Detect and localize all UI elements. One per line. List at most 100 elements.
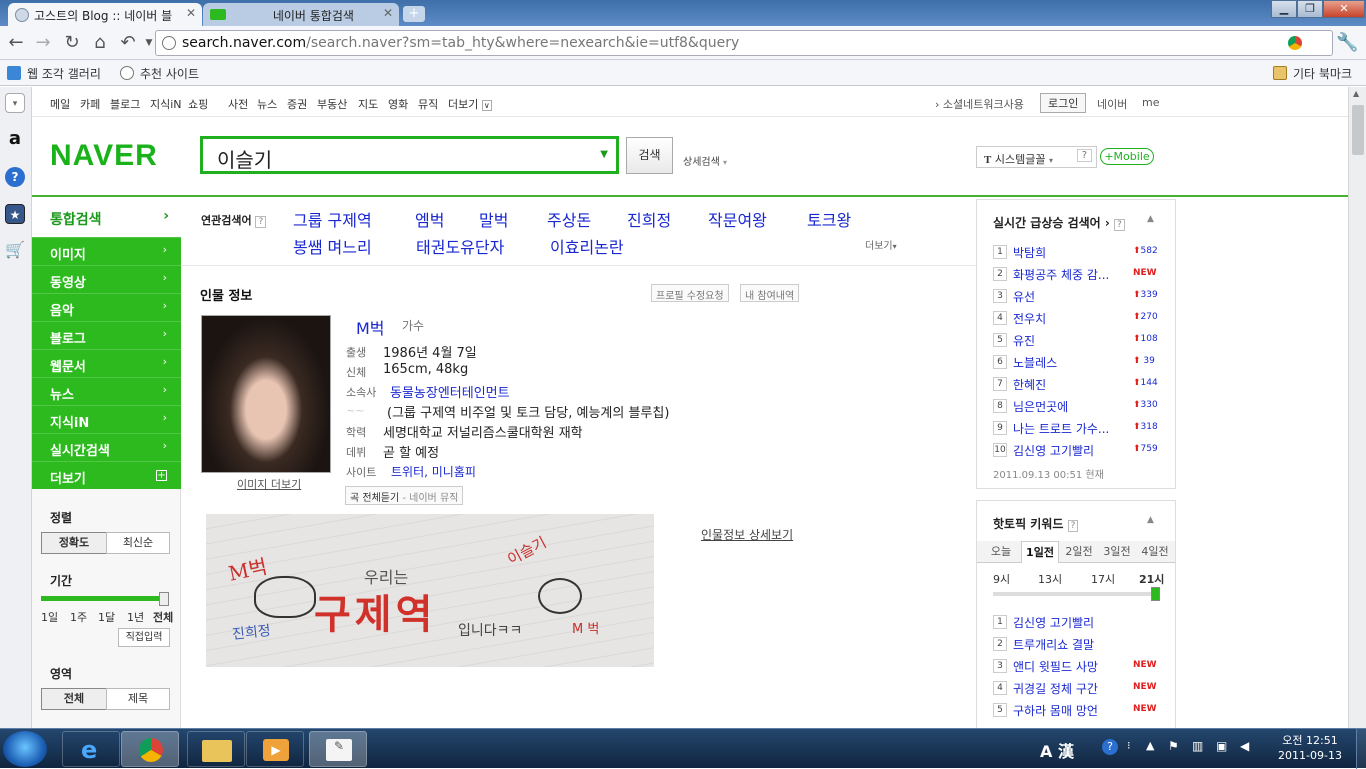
info-site-links[interactable]: 트위터, 미니홈피 — [391, 463, 476, 480]
realtime-row[interactable]: 7 한혜진 ⬆144 — [993, 375, 1161, 395]
gnb-naver[interactable]: 네이버 — [1097, 96, 1127, 112]
related-more[interactable]: 더보기▾ — [865, 237, 897, 252]
realtime-title[interactable]: 실시간 급상승 검색어 › ? — [993, 214, 1125, 231]
ie-taskbar-button[interactable]: e — [62, 731, 120, 767]
sort-accuracy-button[interactable]: 정확도 — [41, 532, 107, 554]
forward-icon[interactable]: → — [32, 32, 54, 54]
related-keyword[interactable]: 엠벅 — [415, 207, 444, 231]
help-icon[interactable]: ? — [1067, 520, 1079, 532]
show-desktop-button[interactable] — [1356, 729, 1366, 769]
related-keyword[interactable]: 토크왕 — [807, 207, 851, 231]
hottopic-row[interactable]: 5 구하라 몸매 망언 NEW — [993, 701, 1161, 721]
cart-icon[interactable]: 🛒 — [5, 240, 25, 260]
gnb-shopping[interactable]: 쇼핑 — [188, 96, 208, 112]
related-keyword[interactable]: 진희정 — [627, 207, 671, 231]
gnb-mail[interactable]: 메일 — [50, 96, 70, 112]
hottopic-tab[interactable]: 3일전 — [1099, 541, 1135, 563]
gnb-more[interactable]: 더보기 ∨ — [448, 96, 492, 112]
period-slider-handle[interactable] — [159, 592, 169, 606]
network-icon[interactable]: ▣ — [1216, 739, 1227, 753]
info-agency-link[interactable]: 동물농장엔터테인먼트 — [390, 382, 510, 401]
lnb-news[interactable]: 뉴스 › — [32, 377, 181, 405]
lnb-music[interactable]: 음악 › — [32, 293, 181, 321]
maximize-button[interactable]: ❐ — [1297, 0, 1323, 18]
gnb-social[interactable]: › 소셜네트워크사용 — [935, 96, 1024, 112]
close-tab-icon[interactable]: ✕ — [186, 6, 196, 20]
page-scrollbar[interactable]: ▲ — [1348, 87, 1366, 728]
home-icon[interactable]: ⌂ — [89, 32, 111, 54]
gnb-kin[interactable]: 지식iN — [150, 96, 182, 112]
ime-options-icon[interactable]: ⁝ — [1127, 739, 1131, 752]
profile-photo[interactable] — [201, 315, 331, 473]
volume-icon[interactable]: ◀ — [1240, 739, 1249, 753]
hottopic-row[interactable]: 4 귀경길 정체 구간 NEW — [993, 679, 1161, 699]
profile-name[interactable]: M벅 — [356, 315, 385, 339]
tab-naver-search[interactable]: 네이버 통합검색 ✕ — [203, 3, 399, 26]
lnb-image[interactable]: 이미지 › — [32, 237, 181, 265]
related-keyword[interactable]: 말벅 — [479, 207, 508, 231]
lnb-kin[interactable]: 지식iN › — [32, 405, 181, 433]
hottopic-row[interactable]: 1 김신영 고기빨리 — [993, 613, 1161, 633]
address-bar[interactable]: search.naver.com/search.naver?sm=tab_hty… — [155, 30, 1333, 56]
close-window-button[interactable]: ✕ — [1323, 0, 1365, 18]
related-keyword[interactable]: 작문여왕 — [708, 207, 767, 231]
wrench-icon[interactable]: 🔧 — [1336, 32, 1358, 54]
gnb-music[interactable]: 뮤직 — [418, 96, 438, 112]
realtime-row[interactable]: 4 전우치 ⬆270 — [993, 309, 1161, 329]
time-slider-track[interactable] — [993, 592, 1157, 596]
help-icon[interactable]: ? — [1114, 219, 1125, 231]
gnb-news[interactable]: 뉴스 — [257, 96, 277, 112]
explorer-taskbar-button[interactable] — [187, 731, 245, 767]
favorites-star-icon[interactable]: ★ — [5, 204, 25, 224]
realtime-row[interactable]: 2 화평공주 체중 감... NEW — [993, 265, 1161, 285]
font-help-icon[interactable]: ? — [1076, 149, 1092, 162]
reload-icon[interactable]: ↻ — [61, 32, 83, 54]
undo-icon[interactable]: ↶ — [117, 32, 139, 54]
collapse-icon[interactable]: ▲ — [1147, 214, 1154, 224]
profile-detail-link[interactable]: 인물정보 상세보기 — [701, 526, 793, 543]
gnb-realestate[interactable]: 부동산 — [317, 96, 347, 112]
period-slider-track[interactable] — [41, 596, 165, 601]
ime-indicator[interactable]: A 漢 — [1040, 738, 1074, 762]
realtime-row[interactable]: 3 유선 ⬆339 — [993, 287, 1161, 307]
paint-taskbar-button[interactable]: ✎ — [309, 731, 367, 767]
scrollbar-thumb[interactable] — [1352, 105, 1364, 155]
devices-icon[interactable]: ▥ — [1192, 739, 1203, 753]
lnb-webdoc[interactable]: 웹문서 › — [32, 349, 181, 377]
start-button[interactable] — [3, 731, 47, 767]
realtime-row[interactable]: 5 유진 ⬆108 — [993, 331, 1161, 351]
autocomplete-toggle-icon[interactable]: ▼ — [600, 149, 608, 160]
scroll-up-icon[interactable]: ▲ — [1353, 89, 1359, 98]
login-button[interactable]: 로그인 — [1040, 93, 1087, 113]
realtime-row[interactable]: 8 님은먼곳에 ⬆330 — [993, 397, 1161, 417]
gnb-stock[interactable]: 증권 — [287, 96, 307, 112]
gnb-me[interactable]: me — [1142, 96, 1159, 109]
gnb-blog[interactable]: 블로그 — [110, 96, 140, 112]
collapse-icon[interactable]: ▲ — [1147, 515, 1154, 525]
realtime-row[interactable]: 6 노블레스 ⬆ 39 — [993, 353, 1161, 373]
profile-edit-request-button[interactable]: 프로필 수정요청 — [651, 284, 729, 302]
search-input[interactable]: 이슬기 ▼ — [200, 136, 619, 174]
dropdown-icon[interactable]: ▾ — [5, 93, 25, 113]
minimize-button[interactable]: ▁ — [1271, 0, 1297, 18]
detail-search-link[interactable]: 상세검색 ▾ — [683, 153, 727, 168]
area-title-button[interactable]: 제목 — [106, 688, 170, 710]
other-bookmarks[interactable]: 기타 북마크 — [1273, 65, 1352, 82]
amazon-icon[interactable]: a — [5, 129, 25, 149]
realtime-row[interactable]: 1 박탐희 ⬆582 — [993, 243, 1161, 263]
tab-blog[interactable]: 고스트의 Blog :: 네이버 블 ✕ — [8, 3, 202, 26]
chrome-taskbar-button[interactable] — [121, 731, 179, 767]
sort-latest-button[interactable]: 최신순 — [106, 532, 170, 554]
help-icon[interactable]: ? — [5, 167, 25, 187]
related-keyword[interactable]: 태권도유단자 — [416, 234, 504, 258]
bookmark-web-slice[interactable]: 웹 조각 갤러리 — [7, 65, 101, 82]
back-icon[interactable]: ← — [5, 32, 27, 54]
profile-drawing-image[interactable]: M벅 우리는 구제역 입니다ㅋㅋ M 벅 이슬기 진희정 — [206, 514, 654, 667]
listen-all-button[interactable]: 곡 전체듣기 - 네이버 뮤직 — [345, 486, 464, 505]
time-slider-handle[interactable] — [1151, 587, 1160, 601]
help-icon[interactable]: ? — [1102, 739, 1118, 755]
gnb-map[interactable]: 지도 — [358, 96, 378, 112]
mobile-button[interactable]: +Mobile — [1100, 148, 1154, 165]
hottopic-row[interactable]: 3 앤디 윗필드 사망 NEW — [993, 657, 1161, 677]
show-hidden-icon[interactable]: ▲ — [1146, 739, 1154, 752]
